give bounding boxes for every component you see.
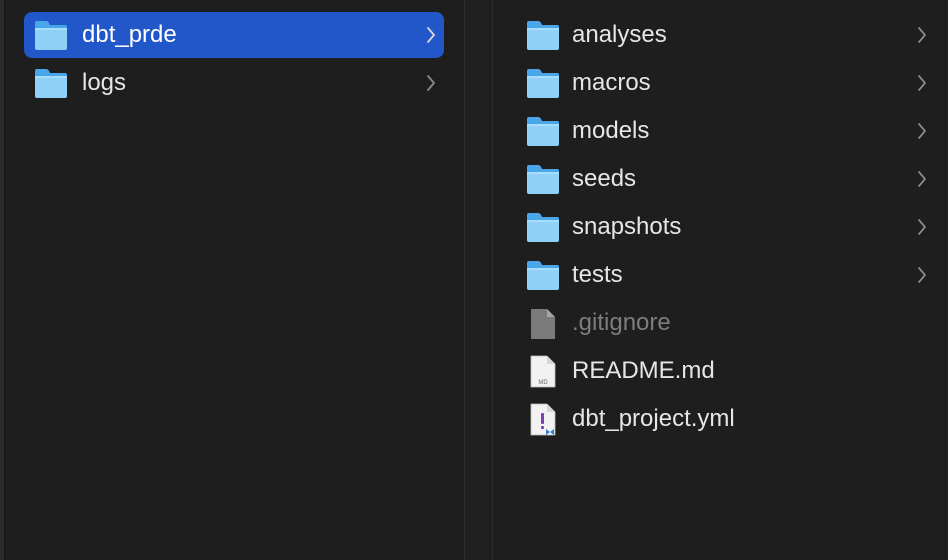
item-label: tests — [572, 261, 623, 288]
item-label: dbt_prde — [82, 21, 177, 48]
column-2[interactable]: analyses macros models seeds snapshots t… — [494, 0, 948, 560]
folder-icon — [527, 117, 559, 146]
folder-icon — [527, 21, 559, 50]
folder-icon — [527, 261, 559, 290]
column-item-dbt-project-yml[interactable]: dbt_project.yml — [519, 396, 935, 442]
folder-icon — [527, 213, 559, 242]
column-item-readme[interactable]: MD README.md — [519, 348, 935, 394]
column-item-snapshots[interactable]: snapshots — [519, 204, 935, 250]
item-label: dbt_project.yml — [572, 405, 735, 432]
folder-icon — [527, 69, 559, 98]
finder-column-browser: dbt_prde logs analyses macros models see… — [0, 0, 948, 560]
chevron-right-icon — [918, 123, 926, 139]
item-label: .gitignore — [572, 309, 671, 336]
item-label: seeds — [572, 165, 637, 192]
item-label: logs — [82, 69, 127, 96]
column-1[interactable]: dbt_prde logs — [5, 0, 464, 560]
chevron-right-icon — [427, 75, 435, 91]
column-item-tests[interactable]: tests — [519, 252, 935, 298]
column-item-seeds[interactable]: seeds — [519, 156, 935, 202]
column-item-gitignore[interactable]: .gitignore — [519, 300, 935, 346]
column-item-macros[interactable]: macros — [519, 60, 935, 106]
folder-icon — [35, 21, 67, 50]
markdown-file-icon: MD — [530, 355, 556, 388]
chevron-right-icon — [918, 27, 926, 43]
md-badge: MD — [538, 380, 548, 386]
folder-icon — [35, 69, 67, 98]
column-item-logs[interactable]: logs — [24, 60, 444, 106]
chevron-right-icon — [918, 171, 926, 187]
chevron-right-icon — [918, 267, 926, 283]
chevron-right-icon — [918, 219, 926, 235]
column-item-analyses[interactable]: analyses — [519, 12, 935, 58]
item-label: README.md — [572, 357, 715, 384]
item-label: analyses — [572, 21, 667, 48]
column-item-models[interactable]: models — [519, 108, 935, 154]
generic-file-icon — [531, 309, 555, 339]
column-resize-divider[interactable] — [464, 0, 493, 560]
item-label: snapshots — [572, 213, 682, 240]
chevron-right-icon — [427, 27, 435, 43]
folder-icon — [527, 165, 559, 194]
item-label: macros — [572, 69, 651, 96]
yaml-file-icon — [530, 403, 556, 436]
column-item-dbt-prde[interactable]: dbt_prde — [24, 12, 444, 58]
item-label: models — [572, 117, 650, 144]
chevron-right-icon — [918, 75, 926, 91]
